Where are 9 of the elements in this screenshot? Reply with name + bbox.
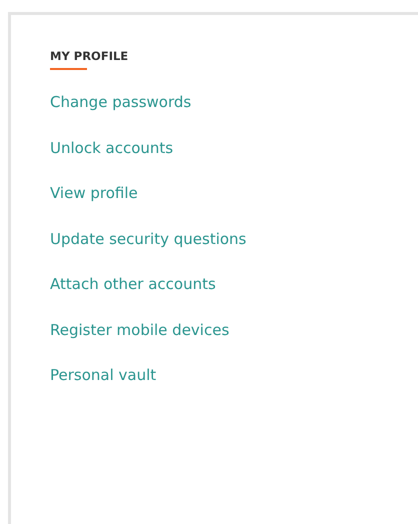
section-title: MY PROFILE: [50, 49, 128, 63]
profile-link[interactable]: Change passwords: [50, 93, 192, 112]
profile-link[interactable]: View profile: [50, 184, 138, 204]
profile-link[interactable]: Unlock accounts: [50, 138, 174, 158]
profile-link[interactable]: Update security questions: [50, 230, 246, 249]
title-underline: [50, 68, 87, 70]
profile-link[interactable]: Personal vault: [50, 366, 156, 386]
profile-link[interactable]: Register mobile devices: [50, 320, 230, 340]
profile-link[interactable]: Attach other accounts: [50, 275, 216, 294]
